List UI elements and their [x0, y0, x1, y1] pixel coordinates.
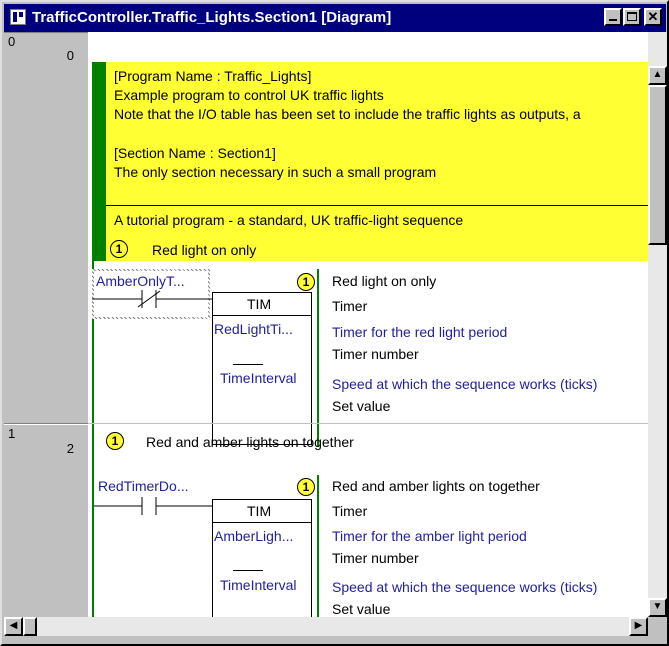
size-grip[interactable]	[648, 617, 667, 636]
no-contact-symbol[interactable]	[94, 494, 212, 518]
operand-comment: Speed at which the sequence works (ticks…	[332, 376, 598, 392]
right-rail	[317, 269, 319, 447]
maximize-button[interactable]	[623, 8, 641, 26]
close-button[interactable]: ✕	[644, 8, 662, 26]
operand-type: Set value	[332, 601, 391, 617]
gutter-divider	[4, 424, 88, 425]
diagram-window: TrafficController.Traffic_Lights.Section…	[0, 0, 669, 646]
comment-line: The only section necessary in such a sma…	[114, 164, 437, 180]
comment-line: [Program Name : Traffic_Lights]	[114, 68, 312, 84]
instruction-type: Timer	[332, 503, 368, 519]
step-number: 2	[66, 441, 74, 456]
rung-comment-badge: 1	[110, 240, 128, 258]
vertical-scroll-thumb[interactable]	[648, 85, 667, 245]
vertical-scrollbar[interactable]: ▲ ▼	[648, 32, 667, 617]
comment-line: A tutorial program - a standard, UK traf…	[114, 212, 464, 228]
operand-type: Timer number	[332, 346, 419, 362]
operand-comment: Speed at which the sequence works (ticks…	[332, 579, 598, 595]
operand-label: RedLightTi...	[214, 321, 293, 337]
scroll-left-button[interactable]: ◀	[4, 617, 23, 636]
rung-title: Red and amber lights on together	[146, 434, 354, 450]
step-number: 0	[66, 48, 74, 63]
minimize-button[interactable]	[604, 8, 622, 26]
rung-separator	[88, 423, 648, 424]
rung-gutter: 0 0 1 2	[4, 32, 88, 617]
comment-line: Example program to control UK traffic li…	[114, 87, 384, 103]
instruction-name: TIM	[247, 296, 272, 312]
operand-comment: Timer for the red light period	[332, 324, 508, 340]
instruction-comment: Red and amber lights on together	[332, 478, 540, 494]
instruction-comment-badge: 1	[297, 273, 315, 291]
scroll-up-button[interactable]: ▲	[648, 66, 667, 85]
comment-line: [Section Name : Section1]	[114, 145, 276, 161]
operand-comment: Timer for the amber light period	[332, 528, 527, 544]
horizontal-scroll-thumb[interactable]	[23, 617, 37, 636]
rung-title: Red light on only	[152, 242, 257, 258]
rung-number: 0	[8, 34, 16, 49]
gutter-divider	[4, 32, 88, 33]
ladder-canvas[interactable]: [Program Name : Traffic_Lights] Example …	[88, 32, 648, 617]
scroll-right-button[interactable]: ▶	[629, 617, 648, 636]
operand-label: TimeInterval	[220, 577, 297, 593]
ladder-app-icon[interactable]	[10, 9, 26, 25]
instruction-comment: Red light on only	[332, 273, 437, 289]
scroll-down-button[interactable]: ▼	[648, 598, 667, 617]
rung-comment-badge: 1	[106, 432, 124, 450]
horizontal-scrollbar[interactable]: ◀ ▶	[4, 617, 648, 636]
comment-line: Note that the I/O table has been set to …	[114, 106, 581, 122]
program-comment-block[interactable]: [Program Name : Traffic_Lights] Example …	[92, 62, 648, 261]
operand-type: Set value	[332, 398, 391, 414]
rung-number: 1	[8, 426, 16, 441]
right-rail	[317, 475, 319, 617]
nc-contact-symbol[interactable]	[92, 287, 212, 311]
instruction-comment-badge: 1	[297, 478, 315, 496]
instruction-name: TIM	[247, 503, 272, 519]
operand-label: TimeInterval	[220, 370, 297, 386]
title-bar[interactable]: TrafficController.Traffic_Lights.Section…	[4, 4, 666, 32]
instruction-type: Timer	[332, 298, 368, 314]
operand-type: Timer number	[332, 550, 419, 566]
contact-label: RedTimerDo...	[98, 478, 189, 494]
window-title: TrafficController.Traffic_Lights.Section…	[32, 9, 392, 26]
operand-label: AmberLigh...	[214, 528, 294, 544]
comment-bar	[92, 62, 106, 261]
